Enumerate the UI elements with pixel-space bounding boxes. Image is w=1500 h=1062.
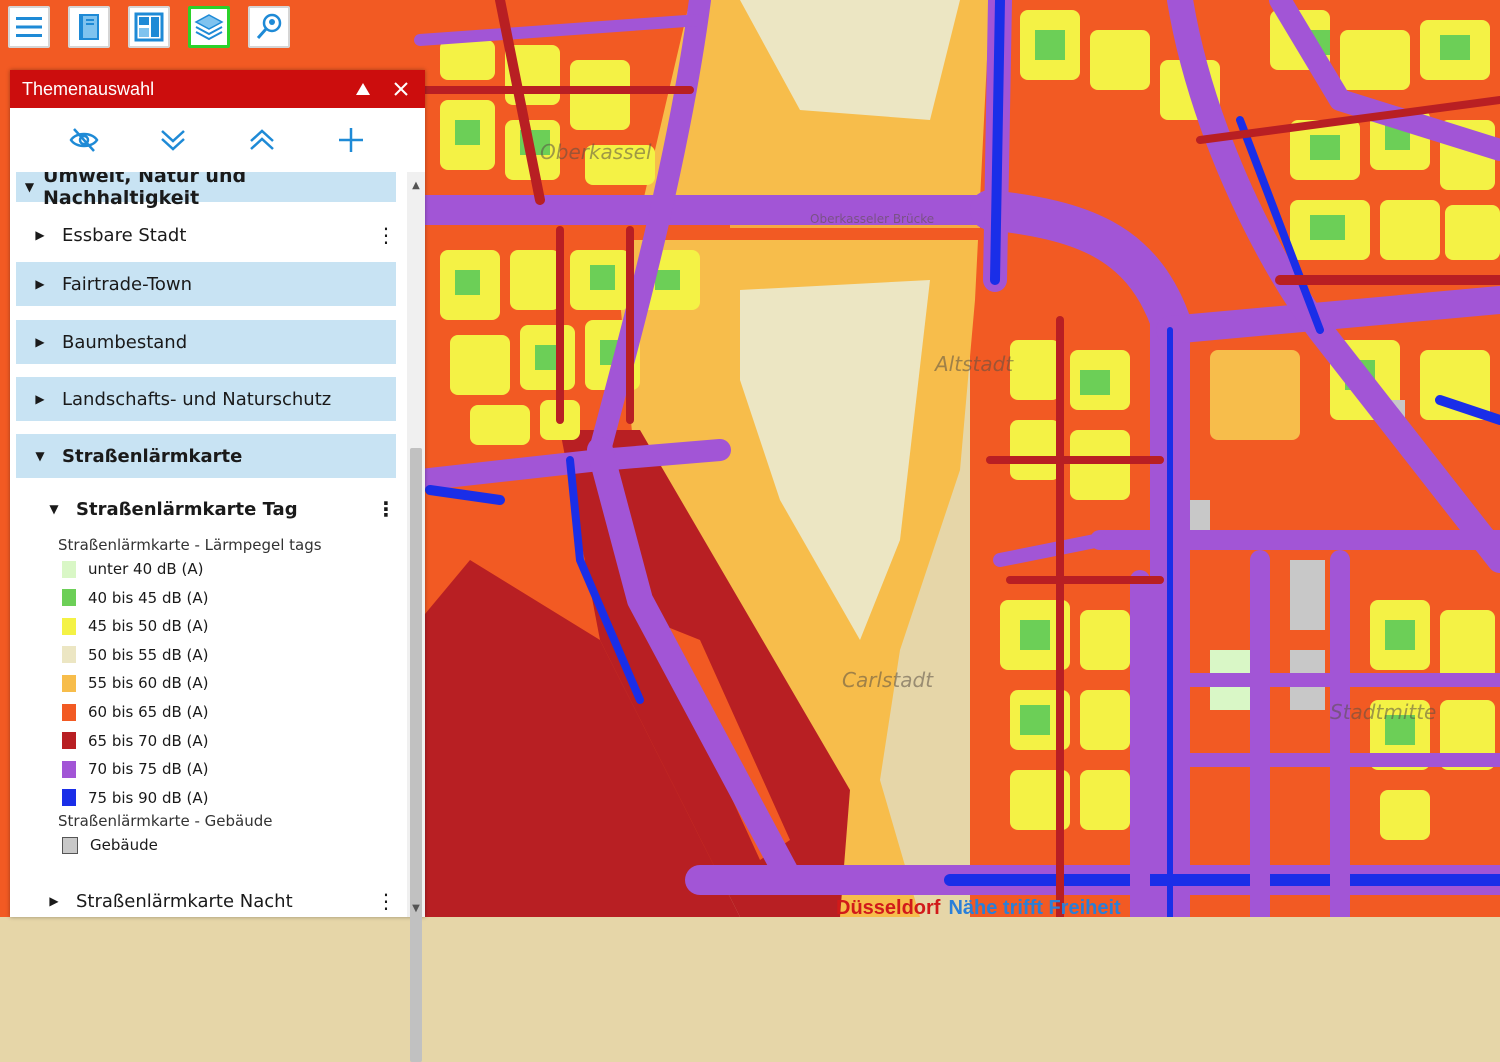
sublayer-nacht[interactable]: ▶ Straßenlärmkarte Nacht ⋮ [16,882,396,917]
tree-item-label: Straßenlärmkarte [62,445,243,467]
layers-button[interactable] [188,6,230,48]
tree-item-strassenlaermkarte[interactable]: ▼ Straßenlärmkarte [16,434,396,478]
legend-swatch [62,646,76,664]
tree-item-label: Baumbestand [62,331,188,353]
add-layer-button[interactable] [333,122,369,158]
legend-swatch [62,674,76,692]
triangle-right-icon: ▶ [35,228,45,242]
book-icon [79,14,99,40]
sublayer-label: Straßenlärmkarte Tag [76,498,298,520]
legend-label: Gebäude [90,836,158,854]
layers-icon [194,14,224,41]
tree-item-label: Essbare Stadt [62,224,187,246]
triangle-right-icon: ▶ [35,335,45,349]
branding-slogan: Nähe trifft Freiheit [948,897,1121,919]
tree-item-baumbestand[interactable]: ▶ Baumbestand [16,320,396,364]
expand-all-button[interactable] [155,122,191,158]
triangle-up-icon [356,83,370,95]
menu-icon [16,17,42,37]
close-panel-button[interactable] [389,77,413,101]
chevron-double-down-icon [161,130,185,151]
category-umwelt[interactable]: ▼ Umwelt, Natur und Nachhaltigkeit [16,172,396,209]
triangle-right-icon: ▶ [35,277,45,291]
scroll-down-arrow-icon[interactable]: ▼ [407,899,425,917]
legend-item-level: 45 bis 50 dB (A) [62,617,209,635]
tree-item-landschafts-naturschutz[interactable]: ▶ Landschafts- und Naturschutz [16,377,396,421]
legend-label: unter 40 dB (A) [88,560,204,578]
close-icon [394,82,408,96]
legend-item-level: 40 bis 45 dB (A) [62,589,209,607]
more-vertical-icon[interactable]: ⋮ [376,499,396,519]
map-search-button[interactable] [248,6,290,48]
menu-button[interactable] [8,6,50,48]
main-toolbar [8,6,290,48]
hide-all-layers-button[interactable] [66,122,102,158]
theme-selection-panel: Themenauswahl ▼ Umwelt, Natur und Nachha… [10,70,425,1062]
more-vertical-icon[interactable]: ⋮ [376,891,396,911]
legend-label: 75 bis 90 dB (A) [88,788,209,807]
legend-label: 50 bis 55 dB (A) [88,645,209,664]
panel-header: Themenauswahl [10,70,425,108]
tree-item-label: Landschafts- und Naturschutz [62,388,332,410]
legend-title-tags: Straßenlärmkarte - Lärmpegel tags [58,536,322,554]
legend-label: 65 bis 70 dB (A) [88,731,209,750]
legend-swatch [62,789,76,807]
plus-icon [338,128,363,152]
legend-swatch [62,732,76,750]
collapse-all-button[interactable] [244,122,280,158]
triangle-right-icon: ▶ [49,894,59,908]
legend-swatch [62,760,76,778]
legend-item-gebaeude: Gebäude [62,836,158,854]
chevron-double-up-icon [250,129,274,150]
scroll-thumb[interactable] [410,448,422,1062]
legend-label: 55 bis 60 dB (A) [88,674,209,693]
tree-item-fairtrade-town[interactable]: ▶ Fairtrade-Town [16,262,396,306]
legend-item-level: 50 bis 55 dB (A) [62,646,209,664]
book-button[interactable] [68,6,110,48]
panel-toolbar [10,108,425,172]
branding-city: Düsseldorf [836,897,941,919]
sublayer-label: Straßenlärmkarte Nacht [76,890,293,912]
legend-title-buildings: Straßenlärmkarte - Gebäude [58,812,273,830]
legend-item-level: 65 bis 70 dB (A) [62,732,209,750]
panel-title: Themenauswahl [22,78,155,99]
legend-item-level: 60 bis 65 dB (A) [62,703,209,721]
legend-label: 60 bis 65 dB (A) [88,703,209,721]
panel-scrollbar[interactable]: ▲ ▼ [407,172,425,1062]
tree-item-label: Fairtrade-Town [62,273,193,295]
legend-swatch [62,703,76,721]
legend-swatch [62,589,76,607]
triangle-right-icon: ▶ [35,392,45,406]
legend-swatch [62,836,78,854]
legend-item-level: 70 bis 75 dB (A) [62,760,209,778]
legend-swatch [62,560,76,578]
legend-label: 70 bis 75 dB (A) [88,760,209,779]
scroll-up-arrow-icon[interactable]: ▲ [407,176,425,194]
map-layout-icon [134,12,164,42]
category-label: Umwelt, Natur und Nachhaltigkeit [43,172,247,209]
triangle-down-icon: ▼ [49,502,59,516]
sublayer-tag[interactable]: ▼ Straßenlärmkarte Tag ⋮ [16,492,396,526]
legend-item-level: 75 bis 90 dB (A) [62,789,209,807]
eye-off-icon [69,128,99,152]
legend-label: 45 bis 50 dB (A) [88,617,209,636]
tree-item-essbare-stadt[interactable]: ▶ Essbare Stadt ⋮ [16,216,396,254]
legend-label: 40 bis 45 dB (A) [88,588,209,607]
map-layout-button[interactable] [128,6,170,48]
legend-swatch [62,617,76,635]
layer-tree: ▼ Umwelt, Natur und Nachhaltigkeit ▶ Ess… [10,172,407,917]
triangle-down-icon: ▼ [35,449,45,463]
map-search-icon [256,13,282,39]
more-vertical-icon[interactable]: ⋮ [376,225,396,245]
triangle-down-icon: ▼ [24,180,35,194]
legend-item-level: 55 bis 60 dB (A) [62,674,209,692]
collapse-panel-button[interactable] [351,77,375,101]
legend-item-level: unter 40 dB (A) [62,560,203,578]
